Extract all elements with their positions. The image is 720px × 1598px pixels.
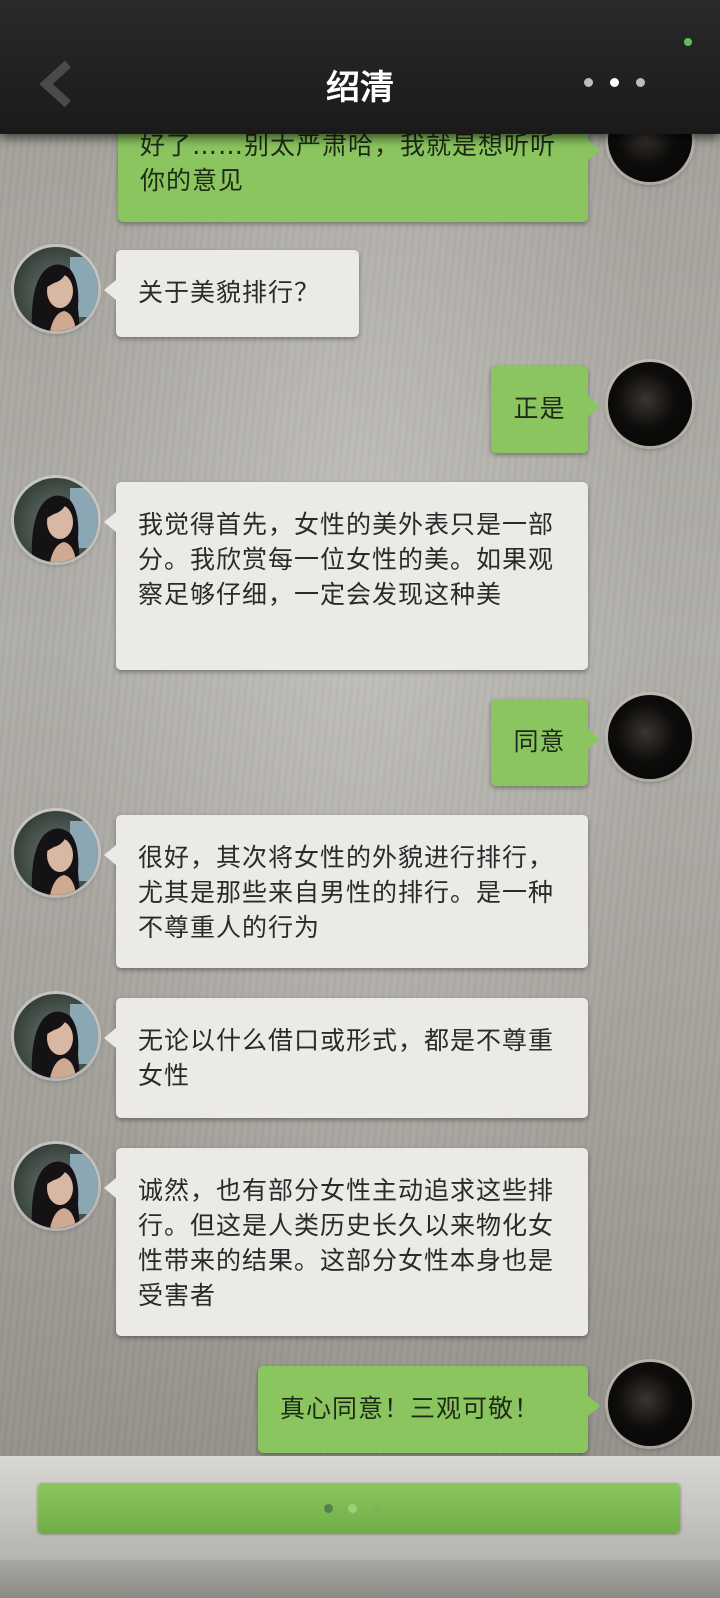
contact-portrait-icon [31, 821, 98, 895]
more-dots-icon [584, 78, 593, 87]
message-bubble-incoming[interactable]: 诚然，也有部分女性主动追求这些排行。但这是人类历史长久以来物化女性带来的结果。这… [104, 1148, 588, 1336]
message-text: 我觉得首先，女性的美外表只是一部分。我欣赏每一位女性的美。如果观察足够仔细，一定… [138, 510, 555, 609]
message-text: 真心同意！三观可敬！ [280, 1394, 541, 1423]
avatar-contact[interactable] [14, 478, 98, 562]
header-bar: 绍清 [0, 0, 720, 134]
message-text: 关于美貌排行？ [138, 278, 321, 307]
message-text: 很好，其次将女性的外貌进行排行，尤其是那些来自男性的排行。是一种不尊重人的行为 [138, 843, 555, 942]
message-bubble-outgoing[interactable]: 真心同意！三观可敬！ [258, 1366, 600, 1453]
reply-input-button[interactable] [38, 1483, 680, 1533]
contact-portrait-icon [31, 1154, 98, 1228]
message-bubble-incoming[interactable]: 很好，其次将女性的外貌进行排行，尤其是那些来自男性的排行。是一种不尊重人的行为 [104, 815, 588, 968]
contact-portrait-icon [31, 257, 98, 331]
typing-dots-icon [324, 1504, 333, 1513]
message-bubble-incoming[interactable]: 无论以什么借口或形式，都是不尊重女性 [104, 998, 588, 1118]
message-text: 同意 [513, 727, 566, 756]
message-bubble-outgoing[interactable]: 正是 [491, 366, 600, 453]
message-text: 好了……别太严肃哈，我就是想听听你的意见 [140, 131, 557, 195]
avatar-contact[interactable] [14, 247, 98, 331]
message-text: 无论以什么借口或形式，都是不尊重女性 [138, 1026, 555, 1090]
avatar-contact[interactable] [14, 1144, 98, 1228]
avatar-contact[interactable] [14, 994, 98, 1078]
avatar-contact[interactable] [14, 811, 98, 895]
avatar-self[interactable] [608, 362, 692, 446]
message-bubble-incoming[interactable]: 关于美貌排行？ [104, 250, 359, 337]
avatar-self[interactable] [608, 695, 692, 779]
contact-portrait-icon [31, 1004, 98, 1078]
message-bubble-outgoing[interactable]: 同意 [491, 699, 600, 786]
message-bubble-incoming[interactable]: 我觉得首先，女性的美外表只是一部分。我欣赏每一位女性的美。如果观察足够仔细，一定… [104, 482, 588, 670]
bottom-strip [0, 1560, 720, 1598]
message-text: 正是 [513, 394, 566, 423]
online-status-dot [684, 38, 692, 46]
more-button[interactable] [584, 74, 654, 92]
chat-background [0, 0, 720, 1598]
avatar-self[interactable] [608, 1362, 692, 1446]
message-text: 诚然，也有部分女性主动追求这些排行。但这是人类历史长久以来物化女性带来的结果。这… [138, 1176, 555, 1310]
contact-portrait-icon [31, 488, 98, 562]
